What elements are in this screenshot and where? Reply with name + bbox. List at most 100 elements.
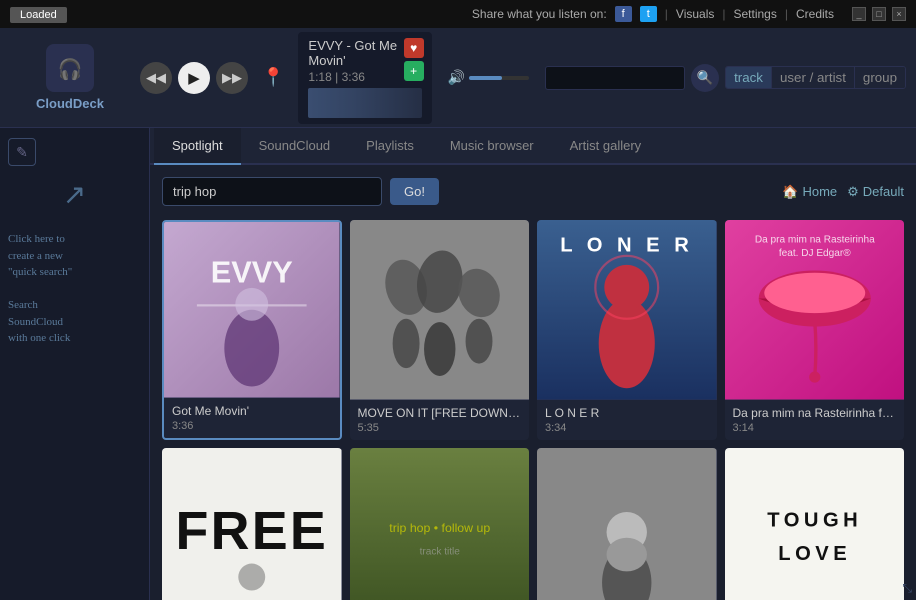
search-actions: 🏠 Home ⚙ Default bbox=[782, 184, 904, 200]
music-card-8[interactable]: TOUGH LOVE TOUGH LOVE bbox=[725, 448, 905, 600]
card-info-3: L O N E R 3:34 bbox=[537, 400, 717, 440]
svg-text:feat. DJ Edgar®: feat. DJ Edgar® bbox=[778, 248, 850, 259]
volume-fill bbox=[469, 76, 502, 80]
card-info-2: MOVE ON IT [FREE DOWNLOAD] 5:35 bbox=[350, 400, 530, 440]
card-title-3: L O N E R bbox=[545, 406, 709, 420]
svg-text:TOUGH: TOUGH bbox=[767, 509, 862, 531]
card-img-1: EVVY bbox=[164, 222, 340, 398]
card-img-7 bbox=[537, 448, 717, 600]
default-link[interactable]: ⚙ Default bbox=[847, 184, 904, 200]
sep3: | bbox=[785, 7, 788, 21]
twitter-btn[interactable]: t bbox=[640, 6, 657, 22]
search-type-tabs: track user / artist group bbox=[725, 66, 906, 89]
card-duration-3: 3:34 bbox=[545, 422, 709, 434]
play-btn[interactable]: ▶ bbox=[178, 62, 210, 94]
heart-btn[interactable]: ♥ bbox=[404, 38, 424, 58]
tab-spotlight[interactable]: Spotlight bbox=[154, 128, 241, 165]
card-img-4: Da pra mim na Rasteirinha feat. DJ Edgar… bbox=[725, 220, 905, 400]
window-controls: _ □ × bbox=[852, 7, 906, 21]
music-card-5[interactable]: FREE FREE bbox=[162, 448, 342, 600]
logo-text: CloudDeck bbox=[36, 96, 104, 111]
main-header: 🎧 CloudDeck ◀◀ ▶ ▶▶ 📍 EVVY - Got Me Movi… bbox=[0, 28, 916, 128]
card-img-3: L O N E R bbox=[537, 220, 717, 400]
svg-text:trip hop • follow up: trip hop • follow up bbox=[389, 521, 490, 535]
resize-handle: ⤡ bbox=[902, 581, 912, 596]
music-card-6[interactable]: trip hop • follow up track title Track 6 bbox=[350, 448, 530, 600]
settings-icon: ⚙ bbox=[847, 184, 859, 200]
location-btn[interactable]: 📍 bbox=[258, 67, 288, 88]
next-btn[interactable]: ▶▶ bbox=[216, 62, 248, 94]
volume-area: 🔊 bbox=[442, 69, 535, 86]
card-img-8: TOUGH LOVE bbox=[725, 448, 905, 600]
settings-link[interactable]: Settings bbox=[734, 7, 777, 21]
main-content: Spotlight SoundCloud Playlists Music bro… bbox=[150, 128, 916, 600]
go-btn[interactable]: Go! bbox=[390, 178, 439, 205]
music-card-3[interactable]: L O N E R L O N E R 3:34 bbox=[537, 220, 717, 440]
credits-link[interactable]: Credits bbox=[796, 7, 834, 21]
logo-area: 🎧 CloudDeck bbox=[10, 44, 130, 111]
svg-text:L O N E R: L O N E R bbox=[560, 234, 693, 256]
header-search-input[interactable] bbox=[545, 66, 685, 90]
volume-slider[interactable] bbox=[469, 76, 529, 80]
close-btn[interactable]: × bbox=[892, 7, 906, 21]
facebook-btn[interactable]: f bbox=[615, 6, 632, 22]
volume-icon: 🔊 bbox=[448, 69, 465, 86]
music-grid: EVVY Got Me Movin' 3:36 bbox=[162, 220, 904, 600]
default-label: Default bbox=[863, 184, 904, 199]
music-card-1[interactable]: EVVY Got Me Movin' 3:36 bbox=[162, 220, 342, 440]
top-bar-left: Loaded bbox=[10, 7, 67, 21]
header-search-area: 🔍 track user / artist group bbox=[545, 64, 906, 92]
visuals-link[interactable]: Visuals bbox=[676, 7, 714, 21]
app-body: ✎ ↗ Click here tocreate a new"quick sear… bbox=[0, 128, 916, 600]
top-bar: Loaded Share what you listen on: f t | V… bbox=[0, 0, 916, 28]
spotlight-search-input[interactable] bbox=[162, 177, 382, 206]
music-card-4[interactable]: Da pra mim na Rasteirinha feat. DJ Edgar… bbox=[725, 220, 905, 440]
search-type-user[interactable]: user / artist bbox=[772, 67, 855, 88]
tab-music-browser[interactable]: Music browser bbox=[432, 128, 552, 165]
svg-text:LOVE: LOVE bbox=[778, 543, 851, 565]
header-search-btn[interactable]: 🔍 bbox=[691, 64, 719, 92]
sidebar: ✎ ↗ Click here tocreate a new"quick sear… bbox=[0, 128, 150, 600]
card-img-2 bbox=[350, 220, 530, 400]
card-img-6: trip hop • follow up track title bbox=[350, 448, 530, 600]
tabs-bar: Spotlight SoundCloud Playlists Music bro… bbox=[150, 128, 916, 165]
tab-artist-gallery[interactable]: Artist gallery bbox=[552, 128, 660, 165]
sidebar-hint: Click here tocreate a new"quick search" … bbox=[8, 231, 141, 347]
music-card-2[interactable]: MOVE ON IT [FREE DOWNLOAD] 5:35 bbox=[350, 220, 530, 440]
prev-btn[interactable]: ◀◀ bbox=[140, 62, 172, 94]
player-controls: ◀◀ ▶ ▶▶ bbox=[140, 62, 248, 94]
sidebar-edit-btn[interactable]: ✎ bbox=[8, 138, 36, 166]
logo-icon: 🎧 bbox=[46, 44, 94, 92]
card-info-1: Got Me Movin' 3:36 bbox=[164, 398, 340, 438]
track-area: EVVY - Got Me Movin' 1:18 | 3:36 ♥ + bbox=[298, 32, 431, 124]
card-duration-4: 3:14 bbox=[733, 422, 897, 434]
music-card-7[interactable]: Track 7 bbox=[537, 448, 717, 600]
svg-text:FREE: FREE bbox=[175, 500, 328, 560]
card-duration-1: 3:36 bbox=[172, 420, 332, 432]
sep2: | bbox=[722, 7, 725, 21]
share-text: Share what you listen on: bbox=[472, 7, 607, 21]
maximize-btn[interactable]: □ bbox=[872, 7, 886, 21]
sidebar-arrow: ↗ bbox=[8, 178, 141, 211]
track-actions: ♥ + bbox=[404, 38, 424, 81]
minimize-btn[interactable]: _ bbox=[852, 7, 866, 21]
sep1: | bbox=[665, 7, 668, 21]
svg-text:track title: track title bbox=[419, 546, 460, 557]
waveform-visual bbox=[308, 88, 421, 118]
card-title-1: Got Me Movin' bbox=[172, 404, 332, 418]
hint-line1: Click here tocreate a new"quick search" bbox=[8, 233, 72, 278]
svg-text:EVVY: EVVY bbox=[211, 254, 293, 289]
tab-soundcloud[interactable]: SoundCloud bbox=[241, 128, 349, 165]
search-type-track[interactable]: track bbox=[726, 67, 772, 88]
home-label: Home bbox=[802, 184, 837, 199]
search-row: Go! 🏠 Home ⚙ Default bbox=[162, 177, 904, 206]
plus-btn[interactable]: + bbox=[404, 61, 424, 81]
tab-playlists[interactable]: Playlists bbox=[348, 128, 432, 165]
search-type-group[interactable]: group bbox=[855, 67, 905, 88]
home-link[interactable]: 🏠 Home bbox=[782, 184, 837, 200]
card-title-2: MOVE ON IT [FREE DOWNLOAD] bbox=[358, 406, 522, 420]
card-img-5: FREE bbox=[162, 448, 342, 600]
card-title-4: Da pra mim na Rasteirinha feat. DJ Edgar… bbox=[733, 406, 897, 420]
home-icon: 🏠 bbox=[782, 184, 798, 200]
top-bar-right: Share what you listen on: f t | Visuals … bbox=[472, 6, 906, 22]
